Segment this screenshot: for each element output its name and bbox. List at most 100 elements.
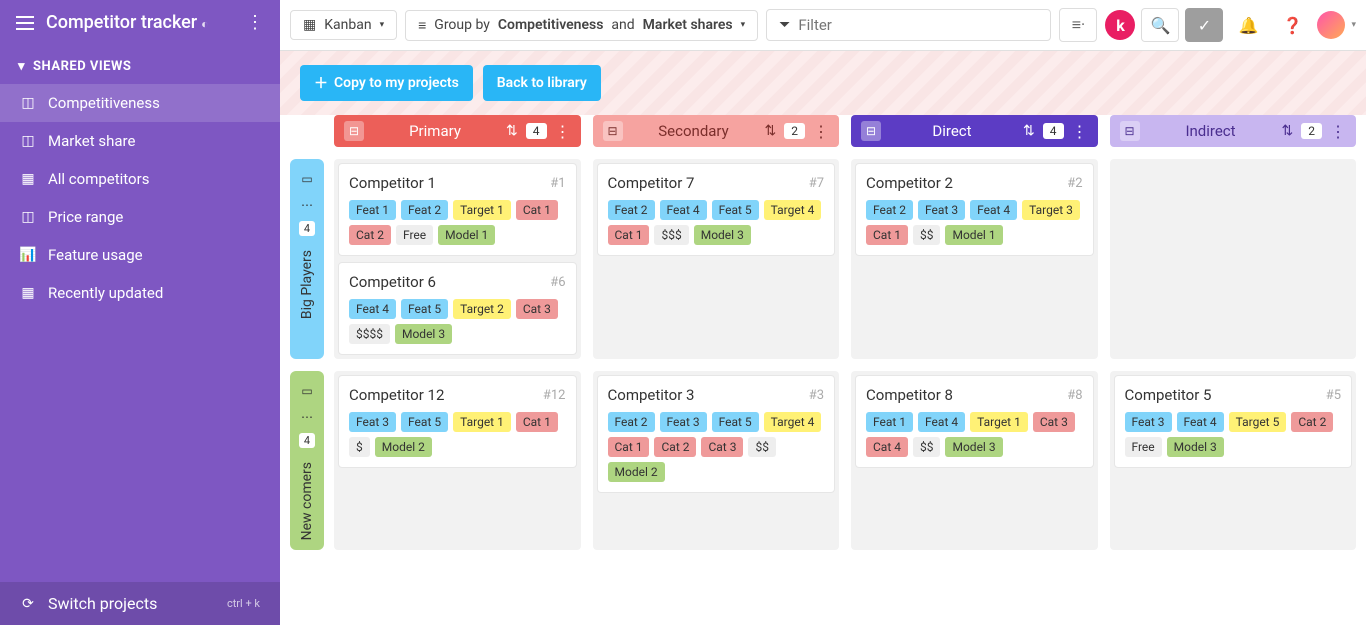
card-title: Competitor 8 <box>866 386 953 404</box>
swimlane-menu-icon[interactable]: ⋯ <box>297 195 317 215</box>
tag-cat: Cat 2 <box>1291 412 1333 432</box>
card[interactable]: Competitor 6#6Feat 4Feat 5Target 2Cat 3$… <box>338 262 577 355</box>
view-selector[interactable]: ▦ Kanban ▾ <box>290 10 397 40</box>
tag-cat: Cat 1 <box>516 412 558 432</box>
group-by-selector[interactable]: ≡ Group by Competitiveness and Market sh… <box>405 10 758 41</box>
help-button[interactable]: ❓ <box>1273 8 1311 42</box>
chevron-down-icon: ▾ <box>18 59 25 74</box>
cell-new-direct[interactable]: Competitor 8#8Feat 1Feat 4Target 1Cat 3C… <box>851 371 1098 550</box>
card[interactable]: Competitor 5#5Feat 3Feat 4Target 5Cat 2F… <box>1114 375 1353 468</box>
card-title: Competitor 7 <box>608 174 695 192</box>
plus-icon: ＋ <box>314 73 328 93</box>
notifications-button[interactable]: 🔔 <box>1229 8 1267 42</box>
tag-cat: Cat 3 <box>516 299 558 319</box>
tag-model: Model 3 <box>395 324 452 344</box>
collapse-icon[interactable]: ⊟ <box>344 121 364 141</box>
swimlane-header-big: ▭ ⋯ 4 Big Players <box>290 159 324 359</box>
column-menu-icon[interactable]: ⋮ <box>813 122 829 141</box>
tag-feat: Feat 3 <box>918 200 965 220</box>
brand-k-button[interactable]: k <box>1105 10 1135 40</box>
caret-down-icon: ▾ <box>741 20 746 30</box>
sidebar-more-icon[interactable]: ⋮ <box>246 12 264 33</box>
column-title: Primary <box>372 122 498 140</box>
caret-down-icon[interactable]: ▾ <box>1351 20 1356 30</box>
card-tags: Feat 1Feat 4Target 1Cat 3Cat 4$$Model 3 <box>866 412 1083 457</box>
cell-new-secondary[interactable]: Competitor 3#3Feat 2Feat 3Feat 5Target 4… <box>593 371 840 550</box>
sliders-icon: ≡· <box>1072 15 1086 35</box>
tag-feat: Feat 5 <box>712 200 759 220</box>
columns-icon: ◫ <box>20 133 36 149</box>
hamburger-icon[interactable] <box>16 16 34 30</box>
card[interactable]: Competitor 7#7Feat 2Feat 4Feat 5Target 4… <box>597 163 836 256</box>
globe-icon: ◐ <box>201 17 208 31</box>
sidebar-item-competitiveness[interactable]: ◫Competitiveness <box>0 84 280 122</box>
filter-input-wrap[interactable]: ⏷ <box>766 9 1051 41</box>
cell-big-secondary[interactable]: Competitor 7#7Feat 2Feat 4Feat 5Target 4… <box>593 159 840 359</box>
project-title[interactable]: Competitor tracker◐ <box>46 12 234 33</box>
switch-projects-button[interactable]: ⟳ Switch projects ctrl + k <box>0 582 280 625</box>
cell-big-direct[interactable]: Competitor 2#2Feat 2Feat 3Feat 4Target 3… <box>851 159 1098 359</box>
back-to-library-button[interactable]: Back to library <box>483 65 601 101</box>
sidebar-item-recently-updated[interactable]: ▦Recently updated <box>0 274 280 312</box>
cell-big-primary[interactable]: Competitor 1#1Feat 1Feat 2Target 1Cat 1C… <box>334 159 581 359</box>
sidebar-item-all-competitors[interactable]: ▦All competitors <box>0 160 280 198</box>
sidebar-item-label: Recently updated <box>48 284 163 302</box>
swimlane-menu-icon[interactable]: ⋯ <box>297 407 317 427</box>
chart-icon: 📊 <box>20 247 36 263</box>
card[interactable]: Competitor 2#2Feat 2Feat 3Feat 4Target 3… <box>855 163 1094 256</box>
sidebar-item-market-share[interactable]: ◫Market share <box>0 122 280 160</box>
collapse-icon[interactable]: ⊟ <box>603 121 623 141</box>
cell-big-indirect[interactable] <box>1110 159 1357 359</box>
bell-icon: 🔔 <box>1239 16 1259 35</box>
column-header-direct: ⊟ Direct ⇅ 4 ⋮ <box>851 115 1098 147</box>
shared-views-header[interactable]: ▾ SHARED VIEWS <box>0 45 280 84</box>
card-number: #1 <box>550 176 565 191</box>
sort-icon[interactable]: ⇅ <box>765 123 777 139</box>
tag-price: $$ <box>913 225 941 245</box>
tag-model: Model 3 <box>945 437 1002 457</box>
card-title: Competitor 1 <box>349 174 436 192</box>
cell-new-indirect[interactable]: Competitor 5#5Feat 3Feat 4Target 5Cat 2F… <box>1110 371 1357 550</box>
column-header-indirect: ⊟ Indirect ⇅ 2 ⋮ <box>1110 115 1357 147</box>
collapse-icon[interactable]: ▭ <box>297 169 317 189</box>
kanban-board: ⊟ Primary ⇅ 4 ⋮⊟ Secondary ⇅ 2 ⋮⊟ Direct… <box>280 115 1366 625</box>
column-menu-icon[interactable]: ⋮ <box>1072 122 1088 141</box>
tag-cat: Cat 3 <box>1033 412 1075 432</box>
column-menu-icon[interactable]: ⋮ <box>555 122 571 141</box>
collapse-icon[interactable]: ⊟ <box>861 121 881 141</box>
tag-target: Target 2 <box>453 299 511 319</box>
tag-feat: Feat 1 <box>866 412 913 432</box>
copy-to-projects-button[interactable]: ＋ Copy to my projects <box>300 65 473 101</box>
settings-sliders-button[interactable]: ≡· <box>1059 8 1097 42</box>
tag-feat: Feat 1 <box>349 200 396 220</box>
tag-feat: Feat 2 <box>866 200 913 220</box>
collapse-icon[interactable]: ▭ <box>297 381 317 401</box>
tag-cat: Cat 1 <box>608 437 650 457</box>
card-number: #7 <box>809 176 824 191</box>
search-button[interactable]: 🔍 <box>1141 8 1179 42</box>
card[interactable]: Competitor 12#12Feat 3Feat 5Target 1Cat … <box>338 375 577 468</box>
card-number: #5 <box>1326 388 1341 403</box>
sidebar-item-feature-usage[interactable]: 📊Feature usage <box>0 236 280 274</box>
tag-cat: Cat 1 <box>516 200 558 220</box>
filter-input[interactable] <box>798 16 1038 34</box>
tag-cat: Cat 1 <box>608 225 650 245</box>
sidebar-item-price-range[interactable]: ◫Price range <box>0 198 280 236</box>
card-number: #2 <box>1067 176 1082 191</box>
card[interactable]: Competitor 1#1Feat 1Feat 2Target 1Cat 1C… <box>338 163 577 256</box>
column-title: Secondary <box>631 122 757 140</box>
card[interactable]: Competitor 3#3Feat 2Feat 3Feat 5Target 4… <box>597 375 836 493</box>
avatar[interactable] <box>1317 11 1345 39</box>
card[interactable]: Competitor 8#8Feat 1Feat 4Target 1Cat 3C… <box>855 375 1094 468</box>
tag-cat: Cat 2 <box>654 437 696 457</box>
column-menu-icon[interactable]: ⋮ <box>1330 122 1346 141</box>
sort-icon[interactable]: ⇅ <box>1282 123 1294 139</box>
tag-price: Free <box>1125 437 1162 457</box>
sort-icon[interactable]: ⇅ <box>1023 123 1035 139</box>
sort-icon[interactable]: ⇅ <box>506 123 518 139</box>
sidebar-item-label: All competitors <box>48 170 149 188</box>
collapse-icon[interactable]: ⊟ <box>1120 121 1140 141</box>
tag-target: Target 3 <box>1022 200 1080 220</box>
cell-new-primary[interactable]: Competitor 12#12Feat 3Feat 5Target 1Cat … <box>334 371 581 550</box>
checkbox-button[interactable]: ✓ <box>1185 8 1223 42</box>
